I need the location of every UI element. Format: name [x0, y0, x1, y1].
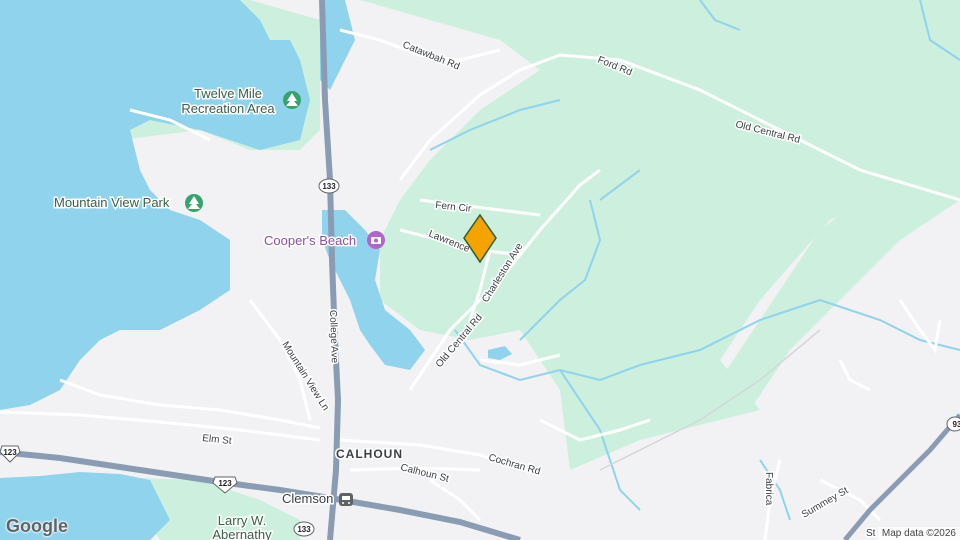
park-label-line2: Abernathy [212, 527, 272, 540]
train-station-icon [339, 493, 353, 506]
camera-icon [367, 231, 385, 249]
station-clemson[interactable]: Clemson [281, 490, 353, 508]
shield-number: 133 [322, 182, 336, 191]
tree-icon [283, 91, 301, 109]
tree-icon [185, 194, 203, 212]
road-label-fabrica: Fabrica [763, 472, 774, 506]
station-label: Clemson [282, 491, 333, 506]
town-label-calhoun[interactable]: CALHOUN [335, 446, 404, 463]
route-133-shield-south: 133 [293, 521, 315, 537]
route-133-shield-north: 133 [318, 178, 340, 194]
park-label-line1: Larry W. [218, 513, 266, 528]
map-layer: Twelve Mile Recreation Area Mountain Vie… [0, 0, 960, 540]
park-abernathy[interactable]: Larry W. Abernathy [211, 512, 274, 540]
map-attribution[interactable]: Map data ©2026 [877, 527, 960, 540]
road-label-st-fragment: St [866, 528, 876, 539]
google-logo[interactable]: Google [6, 516, 68, 537]
route-93-shield: 93 [946, 416, 960, 432]
shield-number: 123 [3, 448, 17, 457]
road-label-college: College Ave [327, 310, 340, 364]
poi-label: Cooper's Beach [264, 233, 356, 248]
park-label-line1: Twelve Mile [194, 86, 262, 101]
shield-number: 123 [218, 479, 232, 488]
park-label: Mountain View Park [54, 195, 170, 210]
park-label-line2: Recreation Area [181, 101, 275, 116]
shield-number: 133 [297, 525, 311, 534]
shield-number: 93 [953, 420, 960, 429]
map-canvas[interactable]: Twelve Mile Recreation Area Mountain Vie… [0, 0, 960, 540]
